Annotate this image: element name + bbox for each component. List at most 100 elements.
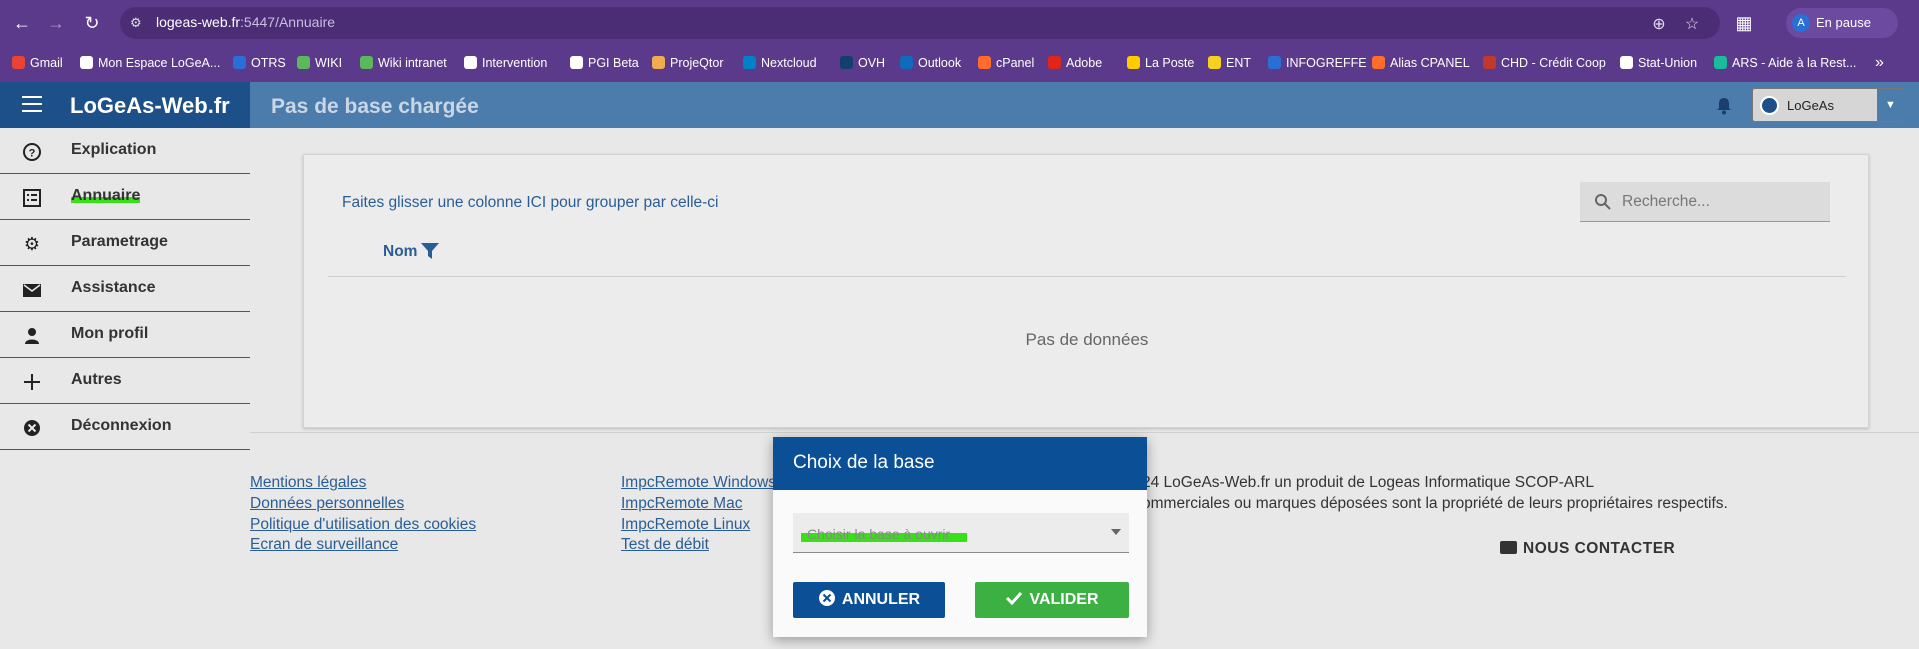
bookmark-label: ENT: [1226, 56, 1251, 70]
sidebar-item-label: Assistance: [71, 279, 156, 296]
cancel-button[interactable]: ANNULER: [793, 582, 945, 618]
bookmark-item[interactable]: CHD - Crédit Coop: [1483, 56, 1606, 70]
footer-divider: [250, 432, 1919, 433]
bookmark-label: PGI Beta: [588, 56, 639, 70]
search-input[interactable]: Recherche...: [1580, 182, 1830, 222]
bookmark-icon: [1208, 56, 1221, 69]
footer-link-surveillance[interactable]: Ecran de surveillance: [250, 536, 398, 554]
chevron-down-icon[interactable]: [1111, 529, 1121, 535]
bookmark-item[interactable]: WIKI: [297, 56, 342, 70]
bookmark-item[interactable]: OVH: [840, 56, 885, 70]
url-path: :5447/Annuaire: [240, 14, 336, 30]
profile-chip[interactable]: A En pause: [1786, 8, 1898, 38]
mail-icon: [22, 280, 42, 300]
reload-icon[interactable]: ↻: [80, 11, 104, 35]
validate-label: VALIDER: [1029, 591, 1099, 608]
choose-database-dialog: Choix de la base Choisir la base à ouvri…: [773, 437, 1147, 637]
person-icon: [22, 326, 42, 346]
data-grid: Faites glisser une colonne ICI pour grou…: [303, 154, 1869, 428]
url-host: logeas-web.fr: [156, 14, 241, 30]
bookmark-label: Alias CPANEL: [1390, 56, 1470, 70]
sidebar-item-deconnexion[interactable]: Déconnexion: [0, 404, 250, 450]
caret-down-icon[interactable]: ▼: [1877, 89, 1904, 121]
footer-link-donnees[interactable]: Données personnelles: [250, 495, 404, 513]
bookmark-icon: [743, 56, 756, 69]
menu-icon[interactable]: [22, 96, 42, 114]
group-panel[interactable]: Faites glisser une colonne ICI pour grou…: [342, 194, 719, 212]
help-circle-icon: ?: [22, 142, 42, 162]
sidebar: ? Explication Annuaire ⚙ Parametrage Ass…: [0, 128, 250, 450]
sidebar-item-assistance[interactable]: Assistance: [0, 266, 250, 312]
bookmark-label: La Poste: [1145, 56, 1195, 70]
search-placeholder: Recherche...: [1622, 193, 1710, 210]
user-menu-button[interactable]: LoGeAs ▼: [1752, 88, 1904, 122]
column-header-row: Nom: [328, 225, 1846, 277]
bookmark-icon: [464, 56, 477, 69]
cancel-label: ANNULER: [841, 591, 921, 608]
sidebar-item-profil[interactable]: Mon profil: [0, 312, 250, 358]
sidebar-item-label: Mon profil: [71, 325, 149, 342]
dialog-header: Choix de la base: [773, 437, 1147, 490]
bookmark-icon: [12, 56, 25, 69]
sidebar-item-parametrage[interactable]: ⚙ Parametrage: [0, 220, 250, 266]
validate-button[interactable]: VALIDER: [975, 582, 1129, 618]
bookmark-label: Outlook: [918, 56, 962, 70]
bookmark-item[interactable]: Mon Espace LoGeA...: [80, 56, 220, 70]
search-icon: [1595, 194, 1611, 210]
bookmark-item[interactable]: Stat-Union: [1620, 56, 1697, 70]
dialog-title: Choix de la base: [793, 452, 935, 473]
bookmark-icon: [233, 56, 246, 69]
sidebar-item-annuaire[interactable]: Annuaire: [0, 174, 250, 220]
bookmark-icon: [652, 56, 665, 69]
bookmark-item[interactable]: ProjeQtor: [652, 56, 724, 70]
footer-link-mentions[interactable]: Mentions légales: [250, 474, 366, 492]
footer-link-remote-mac[interactable]: ImpcRemote Mac: [621, 495, 742, 513]
brand-title[interactable]: LoGeAs-Web.fr: [70, 93, 230, 119]
profile-status: En pause: [1816, 15, 1871, 30]
footer-link-remote-linux[interactable]: ImpcRemote Linux: [621, 516, 750, 534]
bookmark-icon: [1372, 56, 1385, 69]
zoom-icon[interactable]: ⊕: [1650, 14, 1668, 34]
bookmark-item[interactable]: Alias CPANEL: [1372, 56, 1470, 70]
forward-icon[interactable]: →: [44, 11, 68, 35]
back-icon[interactable]: ←: [10, 11, 34, 35]
bookmark-label: Mon Espace LoGeA...: [98, 56, 221, 70]
bookmark-item[interactable]: ARS - Aide à la Rest...: [1714, 56, 1856, 70]
column-header-nom[interactable]: Nom: [383, 243, 417, 261]
bookmark-item[interactable]: Intervention: [464, 56, 547, 70]
bookmark-item[interactable]: Wiki intranet: [360, 56, 447, 70]
star-icon[interactable]: ☆: [1683, 14, 1701, 34]
bookmark-item[interactable]: OTRS: [233, 56, 286, 70]
app-header: LoGeAs-Web.fr Pas de base chargée LoGeAs…: [0, 82, 1919, 128]
footer-link-remote-windows[interactable]: ImpcRemote Windows: [621, 474, 776, 492]
bookmark-item[interactable]: cPanel: [978, 56, 1034, 70]
footer-link-test-debit[interactable]: Test de débit: [621, 536, 709, 554]
bookmark-label: Intervention: [482, 56, 548, 70]
bookmark-item[interactable]: PGI Beta: [570, 56, 639, 70]
extensions-icon[interactable]: ▦: [1732, 11, 1756, 35]
sidebar-item-explication[interactable]: ? Explication: [0, 128, 250, 174]
svg-text:?: ?: [29, 148, 36, 160]
empty-message: Pas de données: [1025, 330, 1149, 349]
bookmark-item[interactable]: Outlook: [900, 56, 961, 70]
sidebar-item-autres[interactable]: Autres: [0, 358, 250, 404]
sidebar-item-label: Parametrage: [71, 233, 168, 250]
more-bookmarks-icon[interactable]: »: [1875, 54, 1884, 72]
bookmark-item[interactable]: Adobe: [1048, 56, 1102, 70]
browser-toolbar: ← → ↻ ⚙ logeas-web.fr:5447/Annuaire ⊕ ☆ …: [0, 0, 1919, 46]
bookmark-item[interactable]: Nextcloud: [743, 56, 817, 70]
bookmark-label: OVH: [858, 56, 886, 70]
contact-button[interactable]: NOUS CONTACTER: [1500, 540, 1675, 558]
list-icon: [22, 188, 42, 208]
database-select[interactable]: Choisir la base à ouvrir: [793, 513, 1129, 553]
bell-icon[interactable]: [1716, 97, 1732, 115]
footer-link-cookies[interactable]: Politique d'utilisation des cookies: [250, 516, 476, 534]
filter-icon[interactable]: [420, 241, 440, 261]
site-settings-icon[interactable]: ⚙: [130, 15, 146, 31]
bookmark-item[interactable]: INFOGREFFE: [1268, 56, 1367, 70]
sidebar-item-label: Explication: [71, 141, 157, 158]
bookmark-item[interactable]: ENT: [1208, 56, 1251, 70]
bookmark-item[interactable]: Gmail: [12, 56, 63, 70]
bookmark-item[interactable]: La Poste: [1127, 56, 1194, 70]
address-bar[interactable]: ⚙ logeas-web.fr:5447/Annuaire ⊕ ☆: [120, 7, 1720, 39]
